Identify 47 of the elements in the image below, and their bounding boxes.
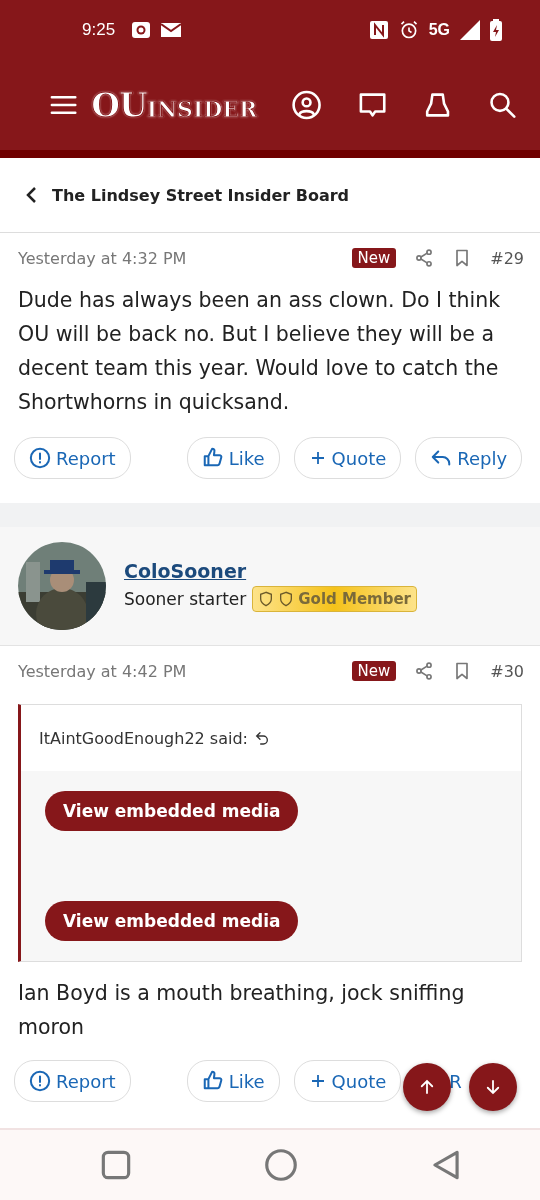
post-body: Dude has always been an ass clown. Do I think OU will be back no. But I believe they will be a decent team this year. Would love to catch the Shortwhorns in quicksand. (17, 287, 502, 416)
alert-icon (29, 447, 51, 469)
alarm-icon (398, 20, 419, 40)
new-badge: New (351, 661, 397, 681)
nfc-icon (368, 20, 389, 40)
member-banner: Gold Member (252, 586, 418, 612)
quote-button[interactable]: Quote (293, 437, 402, 479)
shield-icon (258, 590, 275, 608)
shield-icon (278, 590, 295, 608)
battery-icon (490, 19, 502, 41)
quote-attribution[interactable]: ItAintGoodEnough22 said: (39, 728, 248, 748)
share-icon[interactable] (414, 661, 435, 681)
report-button[interactable]: Report (14, 437, 131, 479)
quote-button[interactable]: Quote (293, 1060, 402, 1102)
network-type: 5G (428, 21, 450, 39)
like-button[interactable]: Like (186, 1060, 280, 1102)
up-arrow-icon (418, 1078, 436, 1096)
status-time: 9:25 (82, 20, 116, 40)
down-arrow-icon (484, 1078, 502, 1096)
post-body: Ian Boyd is a mouth breathing, jock sniffing moron (17, 980, 466, 1041)
report-button[interactable]: Report (14, 1060, 131, 1102)
view-media-button[interactable]: View embedded media (45, 901, 299, 941)
post-number[interactable]: #30 (490, 661, 524, 681)
scroll-up-button[interactable] (403, 1063, 451, 1111)
thumbs-up-icon (201, 447, 224, 469)
site-logo[interactable]: OUINSIDER (91, 85, 258, 125)
post-time: Yesterday at 4:32 PM (18, 248, 187, 268)
scroll-down-button[interactable] (469, 1063, 517, 1111)
mail-icon (161, 22, 182, 38)
username-link[interactable]: ColoSooner (124, 560, 418, 582)
post-time: Yesterday at 4:42 PM (18, 661, 187, 681)
thumbs-up-icon (201, 1070, 224, 1092)
view-media-button[interactable]: View embedded media (45, 791, 299, 831)
breadcrumb-link[interactable]: The Lindsey Street Insider Board (52, 185, 350, 205)
back-icon[interactable] (24, 186, 38, 204)
new-badge: New (351, 248, 397, 268)
home-icon[interactable] (262, 1146, 300, 1184)
camera-icon (131, 21, 152, 39)
like-button[interactable]: Like (186, 437, 280, 479)
user-title: Sooner starter (124, 589, 247, 609)
alert-icon (29, 1070, 51, 1092)
reply-button[interactable]: Reply (415, 437, 523, 479)
share-icon[interactable] (414, 248, 435, 268)
signal-icon (460, 20, 480, 40)
return-arrow-icon[interactable] (254, 730, 270, 746)
post-number[interactable]: #29 (490, 248, 524, 268)
reply-button[interactable]: R (449, 1060, 462, 1102)
